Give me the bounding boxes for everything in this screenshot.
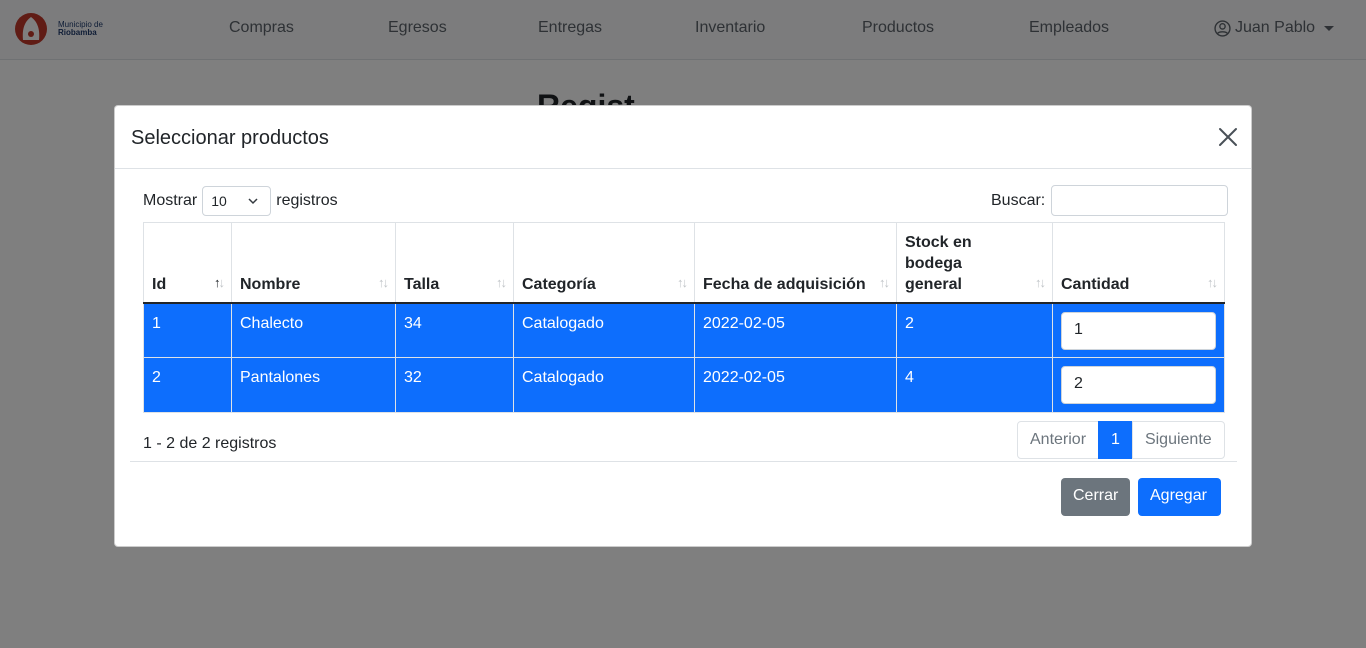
col-nombre[interactable]: Nombre ↑↓ bbox=[231, 222, 396, 304]
sort-icon: ↑↓ bbox=[496, 274, 507, 290]
chevron-down-icon bbox=[248, 198, 258, 205]
cell-stock: 4 bbox=[896, 357, 1053, 413]
cell-fecha: 2022-02-05 bbox=[694, 302, 897, 358]
cell-talla: 34 bbox=[395, 302, 514, 358]
cell-nombre: Chalecto bbox=[231, 302, 396, 358]
add-products-button[interactable]: Agregar bbox=[1138, 478, 1221, 516]
col-cantidad-label: Cantidad bbox=[1061, 275, 1130, 293]
sort-icon: ↑↓ bbox=[677, 274, 688, 290]
cell-talla: 32 bbox=[395, 357, 514, 413]
cell-id: 1 bbox=[143, 302, 232, 358]
cell-stock: 2 bbox=[896, 302, 1053, 358]
cell-categoria: Catalogado bbox=[513, 302, 695, 358]
length-prefix: Mostrar bbox=[143, 192, 198, 209]
quantity-input[interactable]: 2 bbox=[1061, 366, 1216, 404]
col-fecha[interactable]: Fecha de adquisición ↑↓ bbox=[694, 222, 897, 304]
table-info: 1 - 2 de 2 registros bbox=[143, 435, 277, 452]
col-id-label: Id bbox=[152, 275, 167, 293]
col-stock[interactable]: Stock en bodega general ↑↓ bbox=[896, 222, 1053, 304]
col-talla[interactable]: Talla ↑↓ bbox=[395, 222, 514, 304]
cancel-button[interactable]: Cerrar bbox=[1061, 478, 1130, 516]
pagination-previous[interactable]: Anterior bbox=[1017, 421, 1100, 459]
modal-header: Seleccionar productos bbox=[115, 106, 1251, 169]
quantity-input[interactable]: 1 bbox=[1061, 311, 1216, 350]
table-row[interactable]: 2 Pantalones 32 Catalogado 2022-02-05 4 … bbox=[143, 357, 1225, 413]
cell-cantidad: 2 bbox=[1052, 357, 1225, 413]
close-icon[interactable] bbox=[1216, 125, 1240, 149]
cell-cantidad: 1 bbox=[1052, 302, 1225, 358]
pagination-next[interactable]: Siguiente bbox=[1131, 421, 1225, 459]
page-length-control: Mostrar 10 registros bbox=[143, 186, 338, 216]
modal-footer-divider bbox=[130, 461, 1237, 462]
select-products-modal: Seleccionar productos Mostrar 10 registr… bbox=[114, 105, 1252, 547]
search-input[interactable] bbox=[1051, 185, 1229, 216]
col-fecha-label: Fecha de adquisición bbox=[703, 275, 866, 293]
col-id[interactable]: Id ↑↓ bbox=[143, 222, 232, 304]
col-stock-label: Stock en bodega general bbox=[905, 233, 972, 293]
search-control: Buscar: bbox=[991, 185, 1229, 216]
sort-icon: ↑↓ bbox=[1207, 274, 1218, 290]
search-label: Buscar: bbox=[991, 191, 1046, 209]
cell-fecha: 2022-02-05 bbox=[694, 357, 897, 413]
products-table: Id ↑↓ Nombre ↑↓ Talla ↑↓ Categoría ↑↓ Fecha … bbox=[143, 222, 1225, 413]
length-suffix: registros bbox=[276, 192, 338, 209]
col-talla-label: Talla bbox=[404, 275, 440, 293]
sort-icon: ↑↓ bbox=[214, 274, 225, 290]
col-categoria[interactable]: Categoría ↑↓ bbox=[513, 222, 695, 304]
pagination: Anterior 1 Siguiente bbox=[1017, 421, 1225, 459]
sort-icon: ↑↓ bbox=[879, 274, 890, 290]
col-categoria-label: Categoría bbox=[522, 275, 596, 293]
cell-categoria: Catalogado bbox=[513, 357, 695, 413]
table-header-row: Id ↑↓ Nombre ↑↓ Talla ↑↓ Categoría ↑↓ Fecha … bbox=[143, 222, 1225, 304]
modal-title: Seleccionar productos bbox=[131, 127, 329, 149]
cell-id: 2 bbox=[143, 357, 232, 413]
sort-icon: ↑↓ bbox=[1035, 274, 1046, 290]
sort-icon: ↑↓ bbox=[378, 274, 389, 290]
page-length-select[interactable]: 10 bbox=[202, 186, 272, 216]
table-row[interactable]: 1 Chalecto 34 Catalogado 2022-02-05 2 1 bbox=[143, 302, 1225, 358]
pagination-page-1[interactable]: 1 bbox=[1098, 421, 1133, 459]
col-cantidad[interactable]: Cantidad ↑↓ bbox=[1052, 222, 1225, 304]
col-nombre-label: Nombre bbox=[240, 275, 301, 293]
cell-nombre: Pantalones bbox=[231, 357, 396, 413]
page-length-value: 10 bbox=[211, 193, 227, 209]
